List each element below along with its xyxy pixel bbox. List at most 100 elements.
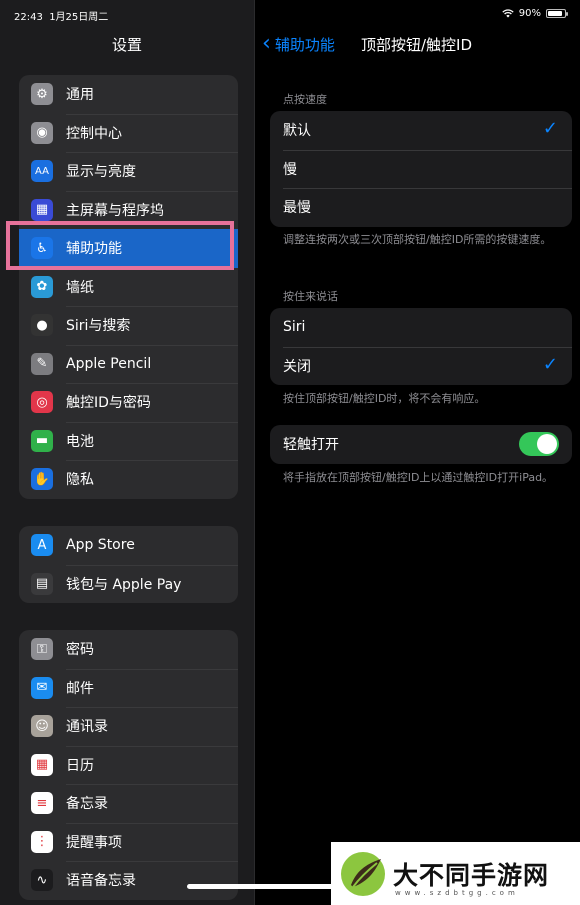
rest-to-open-toggle[interactable]	[519, 432, 559, 456]
back-button[interactable]: ‹ 辅助功能	[262, 32, 335, 56]
rest-to-open-label: 轻触打开	[283, 437, 339, 454]
sidebar-item-label: 密码	[66, 642, 94, 659]
click-speed-card: 默认 ✓ 慢 最慢	[270, 111, 572, 227]
option-slow[interactable]: 慢	[270, 149, 572, 189]
voice-memo-icon: ∿	[31, 869, 53, 892]
checkmark-icon: ✓	[542, 353, 558, 375]
flower-icon: ✿	[31, 275, 53, 298]
watermark-text: 大不同手游网	[393, 860, 550, 890]
switches-icon: ◉	[31, 121, 53, 144]
calendar-icon: ▦	[31, 753, 53, 776]
fingerprint-icon: ◎	[31, 391, 53, 414]
sidebar-item-text-size[interactable]: AA 显示与亮度	[19, 152, 238, 191]
sidebar-item-label: 控制中心	[66, 125, 122, 142]
status-bar: 22:43 1月25日周二 90%	[0, 0, 580, 26]
press-to-speak-card: Siri 关闭 ✓	[270, 308, 572, 385]
sidebar-item-label: 通用	[66, 87, 94, 104]
battery-icon	[546, 9, 568, 18]
sidebar-item-calendar[interactable]: ▦ 日历	[19, 745, 238, 785]
sidebar-item-label: 通讯录	[66, 719, 108, 736]
sidebar-item-label: 备忘录	[66, 796, 108, 813]
sidebar-item-switches[interactable]: ◉ 控制中心	[19, 113, 238, 153]
sidebar-item-hand[interactable]: ✋ 隐私	[19, 460, 238, 499]
sidebar-item-label: App Store	[66, 537, 135, 554]
sidebar-item-app-store[interactable]: A App Store	[19, 526, 238, 565]
sidebar-item-label: 主屏幕与程序坞	[66, 202, 164, 219]
app-store-icon: A	[31, 534, 53, 557]
option-off[interactable]: 关闭 ✓	[270, 346, 572, 386]
battery-icon: ▬	[31, 429, 53, 452]
sidebar-item-label: Siri与搜索	[66, 318, 131, 335]
click-speed-footnote: 调整连按两次或三次顶部按钮/触控ID所需的按键速度。	[283, 233, 552, 246]
sidebar-item-voice-memo[interactable]: ∿ 语音备忘录	[19, 861, 238, 900]
sidebar-item-label: 钱包与 Apple Pay	[66, 576, 182, 593]
option-siri[interactable]: Siri	[270, 308, 572, 347]
battery-percent: 90%	[518, 8, 541, 19]
option-label: Siri	[283, 319, 306, 336]
sidebar-item-label: 邮件	[66, 680, 94, 697]
sidebar-item-label: Apple Pencil	[66, 355, 152, 372]
contacts-icon: ☺	[31, 715, 53, 738]
sidebar-item-siri[interactable]: ● Siri与搜索	[19, 306, 238, 345]
selection-highlight-annotation	[6, 221, 234, 270]
siri-icon: ●	[31, 314, 53, 337]
option-label: 慢	[283, 161, 297, 178]
sidebar-item-wallet[interactable]: ▤ 钱包与 Apple Pay	[19, 564, 238, 604]
sidebar-item-battery[interactable]: ▬ 电池	[19, 421, 238, 461]
wifi-icon	[502, 9, 514, 18]
sidebar-item-label: 触控ID与密码	[66, 395, 151, 412]
watermark: 大不同手游网 www.szdbtgg.com	[331, 842, 580, 905]
sidebar-group-apps: ⚿ 密码 ✉ 邮件 ☺ 通讯录 ▦ 日历 ≡ 备忘录 ⋮ 提醒事项 ∿ 语音备忘录	[19, 630, 238, 900]
sidebar-item-mail[interactable]: ✉ 邮件	[19, 668, 238, 708]
settings-sidebar: 设置 ⚙ 通用 ◉ 控制中心 AA 显示与亮度 ▦ 主屏幕与程序坞 ♿ 辅助功能 ✿ 墙纸 ● Siri与…	[0, 0, 254, 905]
home-grid-icon: ▦	[31, 198, 53, 221]
sidebar-item-label: 墙纸	[66, 279, 94, 296]
sidebar-item-flower[interactable]: ✿ 墙纸	[19, 268, 238, 307]
pencil-icon: ✎	[31, 352, 53, 375]
checkmark-icon: ✓	[542, 118, 558, 139]
page-title: 顶部按钮/触控ID	[361, 36, 473, 54]
hand-icon: ✋	[31, 468, 53, 491]
wallet-icon: ▤	[31, 572, 53, 595]
option-label: 最慢	[283, 200, 311, 217]
sidebar-item-reminders[interactable]: ⋮ 提醒事项	[19, 822, 238, 862]
sidebar-item-gear[interactable]: ⚙ 通用	[19, 75, 238, 114]
sidebar-group-general: ⚙ 通用 ◉ 控制中心 AA 显示与亮度 ▦ 主屏幕与程序坞 ♿ 辅助功能 ✿ 墙纸 ● Siri与搜索 ✎…	[19, 75, 238, 499]
section-header-press-to-speak: 按住来说话	[283, 290, 338, 303]
sidebar-item-label: 提醒事项	[66, 834, 122, 851]
gear-icon: ⚙	[31, 83, 53, 106]
section-header-click-speed: 点按速度	[283, 93, 327, 106]
rest-to-open-card: 轻触打开	[270, 425, 572, 464]
sidebar-item-label: 隐私	[66, 472, 94, 489]
status-time: 22:43 1月25日周二	[14, 12, 109, 23]
sidebar-title: 设置	[111, 36, 142, 54]
key-icon: ⚿	[31, 638, 53, 661]
sidebar-item-label: 显示与亮度	[66, 164, 136, 181]
watermark-url: www.szdbtgg.com	[395, 889, 519, 897]
sidebar-item-fingerprint[interactable]: ◎ 触控ID与密码	[19, 383, 238, 422]
rest-to-open-footnote: 将手指放在顶部按钮/触控ID上以通过触控ID打开iPad。	[283, 471, 554, 484]
sidebar-group-store: A App Store ▤ 钱包与 Apple Pay	[19, 526, 238, 603]
status-right: 90%	[502, 8, 568, 19]
sidebar-item-label: 电池	[66, 433, 94, 450]
press-to-speak-footnote: 按住顶部按钮/触控ID时，将不会有响应。	[283, 392, 486, 405]
split-divider	[254, 0, 255, 905]
sidebar-item-pencil[interactable]: ✎ Apple Pencil	[19, 344, 238, 384]
sidebar-item-contacts[interactable]: ☺ 通讯录	[19, 707, 238, 746]
text-size-icon: AA	[31, 160, 53, 183]
back-label: 辅助功能	[274, 35, 335, 54]
reminders-icon: ⋮	[31, 830, 53, 853]
mail-icon: ✉	[31, 676, 53, 699]
option-slowest[interactable]: 最慢	[270, 188, 572, 227]
leaf-logo-icon	[341, 851, 385, 896]
sidebar-item-key[interactable]: ⚿ 密码	[19, 630, 238, 669]
sidebar-item-label: 日历	[66, 757, 94, 774]
option-label: 关闭	[283, 358, 311, 375]
option-label: 默认	[283, 123, 311, 140]
chevron-left-icon: ‹	[262, 31, 271, 56]
option-default[interactable]: 默认 ✓	[270, 111, 572, 150]
sidebar-item-notes[interactable]: ≡ 备忘录	[19, 784, 238, 823]
rest-to-open-row: 轻触打开	[270, 425, 572, 464]
sidebar-item-label: 语音备忘录	[66, 873, 136, 890]
notes-icon: ≡	[31, 792, 53, 815]
